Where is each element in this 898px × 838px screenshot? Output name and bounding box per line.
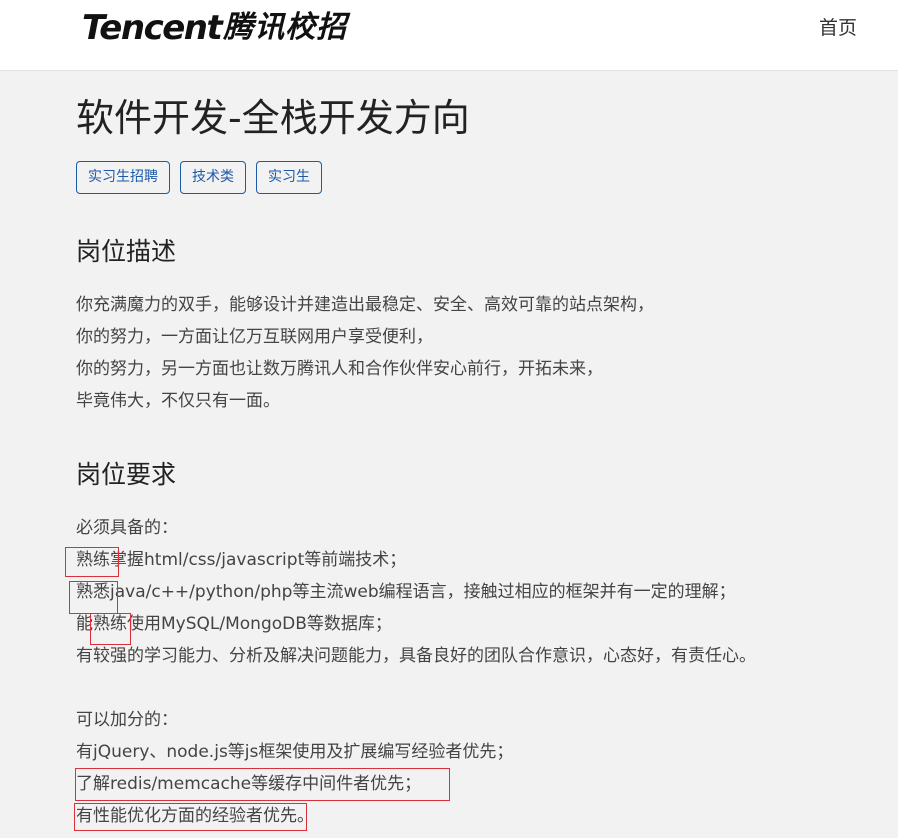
bonus-item: 有jQuery、node.js等js框架使用及扩展编写经验者优先； [76, 742, 514, 762]
description-line: 你的努力，一方面让亿万互联网用户享受便利， [76, 327, 433, 347]
job-title: 软件开发-全栈开发方向 [76, 96, 470, 140]
home-link[interactable]: 首页 [819, 14, 857, 42]
required-item: 熟练掌握html/css/javascript等前端技术； [76, 550, 407, 570]
logo-chinese-text: 腾讯校招 [223, 10, 348, 45]
description-text: 你充满魔力的双手，能够设计并建造出最稳定、安全、高效可靠的站点架构， 你的努力，… [76, 289, 654, 417]
logo-english-text: Tencent [82, 8, 223, 48]
top-navigation-bar: Tencent 腾讯校招 首页 [0, 0, 898, 71]
description-line: 你的努力，另一方面也让数万腾讯人和合作伙伴安心前行，开拓未来， [76, 359, 603, 379]
requirements-heading: 岗位要求 [76, 460, 177, 489]
job-tags: 实习生招聘 技术类 实习生 [76, 161, 322, 194]
required-item: 能熟练使用MySQL/MongoDB等数据库； [76, 614, 392, 634]
requirements-text: 必须具备的： 熟练掌握html/css/javascript等前端技术； 熟悉j… [76, 512, 756, 832]
tag-technical[interactable]: 技术类 [180, 161, 246, 194]
required-item: 有较强的学习能力、分析及解决问题能力，具备良好的团队合作意识，心态好，有责任心。 [76, 646, 756, 666]
bonus-item: 了解redis/memcache等缓存中间件者优先； [76, 774, 422, 794]
tag-internship-recruitment[interactable]: 实习生招聘 [76, 161, 170, 194]
bonus-item: 有性能优化方面的经验者优先。 [76, 806, 314, 826]
tag-intern[interactable]: 实习生 [256, 161, 322, 194]
description-heading: 岗位描述 [76, 237, 177, 266]
description-line: 毕竟伟大，不仅只有一面。 [76, 391, 280, 411]
bonus-label: 可以加分的： [76, 710, 178, 730]
tencent-campus-logo[interactable]: Tencent 腾讯校招 [82, 8, 347, 48]
required-label: 必须具备的： [76, 518, 178, 538]
description-line: 你充满魔力的双手，能够设计并建造出最稳定、安全、高效可靠的站点架构， [76, 295, 654, 315]
required-item: 熟悉java/c++/python/php等主流web编程语言，接触过相应的框架… [76, 582, 736, 602]
